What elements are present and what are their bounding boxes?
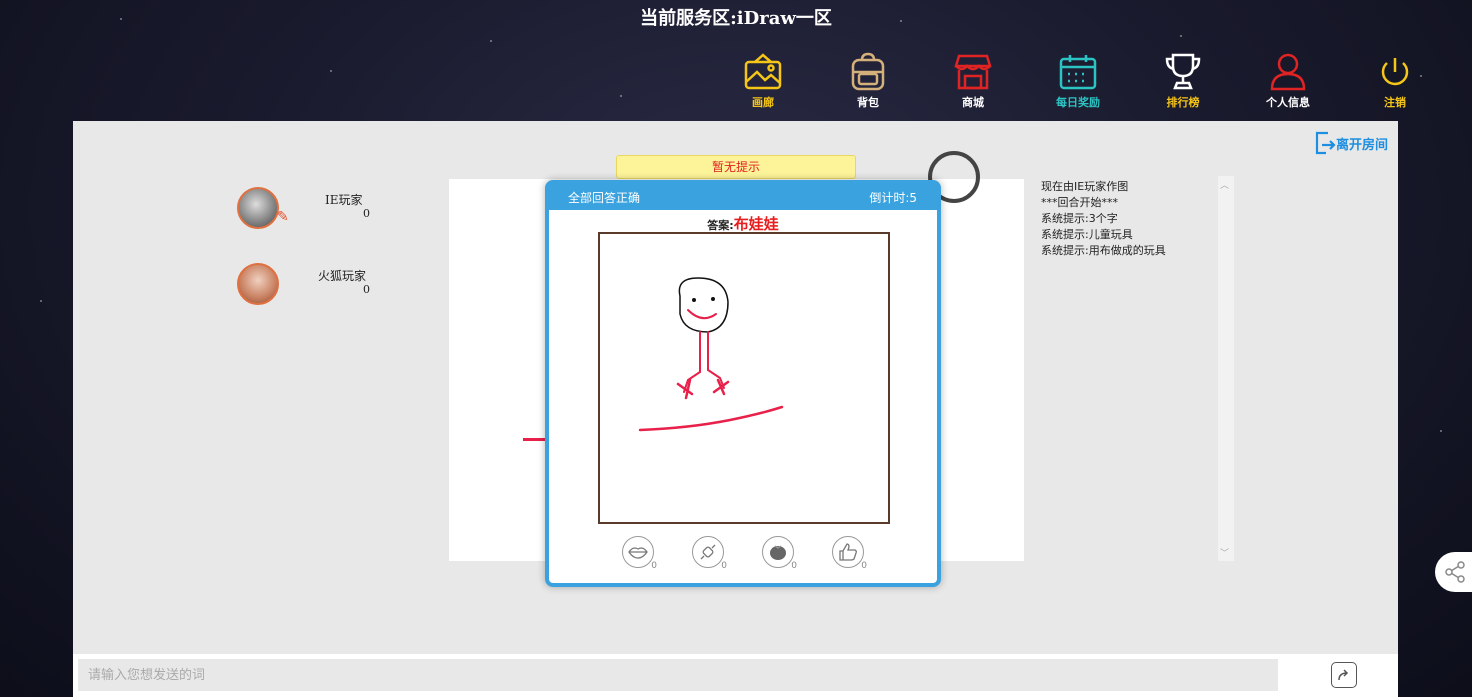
- reaction-candy[interactable]: 0: [692, 536, 727, 571]
- nav-gallery-label: 画廊: [752, 96, 774, 109]
- share-icon: [1445, 561, 1465, 583]
- server-title: 当前服务区:iDraw一区: [640, 8, 832, 29]
- send-button[interactable]: [1331, 662, 1357, 688]
- reaction-count: 0: [651, 561, 657, 571]
- answer-row: 答案:布娃娃: [549, 213, 937, 234]
- share-button[interactable]: [1435, 552, 1472, 592]
- countdown: 倒计时:5: [869, 190, 917, 205]
- reaction-count: 0: [791, 561, 797, 571]
- result-status: 全部回答正确: [568, 190, 641, 205]
- chat-scrollbar[interactable]: ︿ ﹀: [1218, 176, 1234, 561]
- nav-profile-label: 个人信息: [1266, 96, 1310, 109]
- calendar-icon: [1059, 55, 1097, 90]
- nav-shop[interactable]: 商城: [933, 52, 1013, 110]
- chat-message: 现在由IE玩家作图: [1041, 180, 1129, 193]
- chat-input[interactable]: [78, 659, 1278, 691]
- chat-message: 系统提示:3个字: [1041, 212, 1118, 225]
- nav-logout[interactable]: 注销: [1355, 52, 1435, 110]
- lips-icon: [628, 547, 648, 559]
- drawing-preview: [598, 232, 890, 524]
- reaction-count: 0: [721, 561, 727, 571]
- reaction-tomato[interactable]: 0: [762, 536, 797, 571]
- player-name: IE玩家: [325, 193, 363, 207]
- top-navigation: 画廊 背包 商城 每日奖励 排行榜 个人信息 注销: [0, 52, 1472, 112]
- nav-daily-reward[interactable]: 每日奖励: [1038, 52, 1118, 110]
- nav-shop-label: 商城: [962, 96, 984, 109]
- round-result-modal: 全部回答正确 倒计时:5 答案:布娃娃 0 0 0 0: [545, 180, 941, 587]
- thumbs-up-icon: [839, 543, 857, 561]
- pencil-icon: ✎: [277, 209, 289, 225]
- reaction-lips[interactable]: 0: [622, 536, 657, 571]
- nav-leaderboard[interactable]: 排行榜: [1143, 52, 1223, 110]
- scroll-up-icon[interactable]: ︿: [1220, 178, 1229, 191]
- avatar: [237, 187, 279, 229]
- player-score: 0: [363, 207, 370, 220]
- hint-bar: 暂无提示: [616, 155, 856, 179]
- exit-door-icon: [1315, 131, 1336, 155]
- answer-label: 答案:: [707, 219, 734, 232]
- chat-input-bar: [73, 654, 1398, 697]
- player-name: 火狐玩家: [318, 269, 367, 283]
- gallery-icon: [744, 53, 782, 90]
- chat-log: 现在由IE玩家作图 ***回合开始*** 系统提示:3个字 系统提示:儿童玩具 …: [1041, 179, 1221, 259]
- canvas-stroke: [523, 438, 545, 441]
- nav-daily-reward-label: 每日奖励: [1056, 96, 1100, 109]
- doll-drawing: [638, 277, 784, 432]
- user-icon: [1270, 53, 1306, 91]
- send-icon: [1338, 669, 1349, 681]
- candy-icon: [700, 544, 716, 560]
- nav-gallery[interactable]: 画廊: [723, 52, 803, 110]
- nav-backpack[interactable]: 背包: [828, 52, 908, 110]
- leave-room-label: 离开房间: [1335, 137, 1388, 153]
- nav-backpack-label: 背包: [857, 96, 879, 109]
- power-icon: [1381, 58, 1409, 86]
- reaction-thumbs-up[interactable]: 0: [832, 536, 867, 571]
- nav-leaderboard-label: 排行榜: [1166, 96, 1200, 109]
- answer-value: 布娃娃: [733, 215, 779, 233]
- reaction-count: 0: [861, 561, 867, 571]
- chat-message: 系统提示:儿童玩具: [1041, 228, 1133, 241]
- scroll-down-icon[interactable]: ﹀: [1220, 546, 1229, 559]
- player-score: 0: [363, 283, 370, 296]
- backpack-icon: [851, 52, 885, 91]
- tomato-icon: [770, 545, 786, 560]
- chat-message: 系统提示:用布做成的玩具: [1041, 244, 1166, 257]
- trophy-icon: [1165, 53, 1201, 90]
- modal-header: 全部回答正确 倒计时:5: [549, 184, 937, 210]
- shop-icon: [954, 54, 992, 90]
- nav-logout-label: 注销: [1384, 96, 1406, 109]
- nav-profile[interactable]: 个人信息: [1248, 52, 1328, 110]
- chat-message: ***回合开始***: [1041, 196, 1118, 209]
- avatar: [237, 263, 279, 305]
- reaction-bar: 0 0 0 0: [549, 536, 937, 571]
- leave-room-button[interactable]: 离开房间: [1314, 131, 1388, 155]
